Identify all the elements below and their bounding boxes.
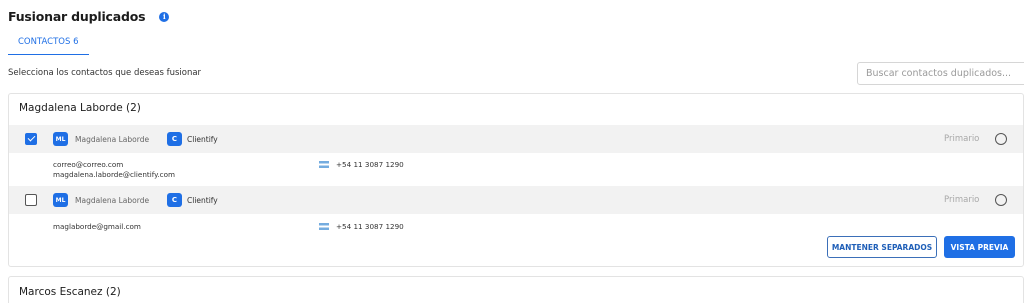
search-input[interactable] — [857, 62, 1024, 85]
company-logo-icon: C — [167, 132, 182, 146]
keep-separate-button[interactable]: MANTENER SEPARADOS — [827, 236, 937, 258]
contact-row: ML Magdalena Laborde C Clientify Primari… — [9, 186, 1023, 214]
contact-email: correo@correo.com — [53, 160, 124, 169]
primary-radio[interactable] — [995, 194, 1007, 206]
group-title: Marcos Escanez (2) — [19, 286, 121, 298]
avatar: ML — [53, 193, 68, 207]
contact-email: magdalena.laborde@clientify.com — [53, 170, 175, 179]
contact-checkbox[interactable] — [25, 133, 37, 145]
primary-label: Primario — [944, 195, 980, 205]
company-name: Clientify — [187, 134, 218, 144]
group-title: Magdalena Laborde (2) — [19, 102, 141, 114]
contact-email: maglaborde@gmail.com — [53, 222, 141, 231]
contact-phone: +54 11 3087 1290 — [336, 222, 404, 231]
preview-button[interactable]: VISTA PREVIA — [944, 236, 1015, 258]
contact-phone-row: +54 11 3087 1290 — [319, 222, 404, 231]
contact-name: Magdalena Laborde — [75, 195, 150, 205]
contact-row: ML Magdalena Laborde C Clientify Primari… — [9, 125, 1023, 153]
argentina-flag-icon — [319, 161, 329, 168]
contact-phone: +54 11 3087 1290 — [336, 160, 404, 169]
argentina-flag-icon — [319, 223, 329, 230]
contact-checkbox[interactable] — [25, 194, 37, 206]
tab-contactos[interactable]: CONTACTOS 6 — [8, 32, 89, 55]
company-logo-icon: C — [167, 193, 182, 207]
contact-phone-row: +54 11 3087 1290 — [319, 160, 404, 169]
company-name: Clientify — [187, 195, 218, 205]
page-header: Fusionar duplicados i — [8, 9, 170, 24]
primary-radio[interactable] — [995, 133, 1007, 145]
avatar: ML — [53, 132, 68, 146]
primary-label: Primario — [944, 134, 980, 144]
instruction-text: Selecciona los contactos que deseas fusi… — [8, 68, 202, 78]
tab-bar: CONTACTOS 6 — [8, 29, 89, 55]
contact-name: Magdalena Laborde — [75, 134, 150, 144]
page-title: Fusionar duplicados — [8, 9, 146, 24]
info-icon[interactable]: i — [159, 11, 170, 22]
duplicate-group-card: Magdalena Laborde (2) ML Magdalena Labor… — [8, 93, 1024, 267]
duplicate-group-card[interactable]: Marcos Escanez (2) — [8, 276, 1024, 303]
